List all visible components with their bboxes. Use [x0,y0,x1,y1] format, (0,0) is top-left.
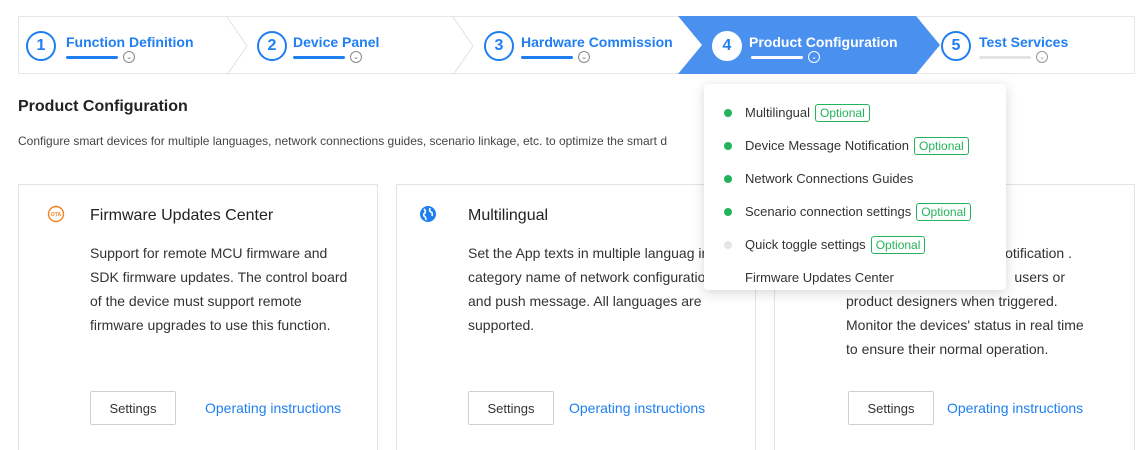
feature-card-multilingual: Multilingual Set the App texts in multip… [396,184,756,450]
step-number: 2 [257,31,287,61]
step-progress-bar [979,56,1031,59]
step-label: Device Panel [293,34,380,50]
dropdown-item-network-connections-guides[interactable]: Network Connections Guides [704,162,1006,195]
dropdown-item-multilingual[interactable]: Multilingual Optional [704,96,1006,129]
chevron-down-icon[interactable]: ⌄ [350,51,362,63]
status-dot-empty [724,274,732,282]
dropdown-item-quick-toggle-settings[interactable]: Quick toggle settings Optional [704,228,1006,261]
settings-button[interactable]: Settings [848,391,934,425]
operating-instructions-link[interactable]: Operating instructions [947,400,1083,416]
step-test-services[interactable]: 5 Test Services ⌄ [939,17,1129,75]
dropdown-item-device-message-notification[interactable]: Device Message Notification Optional [704,129,1006,162]
step-label: Test Services [979,34,1069,50]
feature-card-firmware: OTA Firmware Updates Center Support for … [18,184,378,450]
optional-tag: Optional [914,136,969,155]
step-hardware-commission[interactable]: 3 Hardware Commission ⌄ [479,17,679,75]
step-number: 5 [941,31,971,61]
page-title: Product Configuration [18,98,188,115]
step-progress-bar [293,56,345,59]
step-label: Hardware Commission [521,34,673,50]
card-description: Support for remote MCU firmware and SDK … [90,245,348,333]
settings-button[interactable]: Settings [468,391,554,425]
card-title: Multilingual [468,207,549,224]
operating-instructions-link[interactable]: Operating instructions [569,400,705,416]
dropdown-item-label: Device Message Notification [745,138,910,153]
step-function-definition[interactable]: 1 Function Definition ⌄ [19,17,229,75]
status-dot-complete [724,207,732,216]
chevron-down-icon[interactable]: ⌄ [1036,51,1048,63]
dropdown-item-label: Network Connections Guides [745,171,914,186]
card-description-line: to ensure their normal operation. [846,341,1049,357]
step-device-panel[interactable]: 2 Device Panel ⌄ [249,17,459,75]
dropdown-item-label: Firmware Updates Center [745,270,894,285]
status-dot-complete [724,141,732,150]
card-description-line: Monitor the devices' status in real time [846,317,1084,333]
settings-button[interactable]: Settings [90,391,176,425]
status-dot-complete [724,174,732,183]
chevron-down-icon[interactable]: ⌄ [578,51,590,63]
dropdown-item-label: Multilingual [745,105,811,120]
step-label: Product Configuration [749,34,898,50]
step-progress-bar [521,56,573,59]
dropdown-item-scenario-connection-settings[interactable]: Scenario connection settings Optional [704,195,1006,228]
step-label: Function Definition [66,34,194,50]
svg-text:OTA: OTA [51,212,62,218]
optional-tag: Optional [815,103,870,122]
dropdown-item-label: Scenario connection settings [745,204,912,219]
chevron-down-icon[interactable]: ⌄ [123,51,135,63]
step-progress-bar [66,56,118,59]
status-dot-complete [724,108,732,117]
dropdown-item-label: Quick toggle settings [745,237,866,252]
progress-stepper: 1 Function Definition ⌄ 2 Device Panel ⌄… [18,16,1135,75]
dropdown-item-firmware-updates-center[interactable]: Firmware Updates Center [704,261,1006,294]
status-dot-incomplete [724,240,732,249]
step-number: 1 [26,31,56,61]
operating-instructions-link[interactable]: Operating instructions [205,400,341,416]
page-description: Configure smart devices for multiple lan… [18,134,667,148]
step-number: 4 [712,31,742,61]
optional-tag: Optional [870,235,926,254]
card-title: Firmware Updates Center [90,207,274,224]
step-product-configuration[interactable]: 4 Product Configuration ⌄ [711,17,921,75]
globe-icon [420,206,436,222]
optional-tag: Optional [916,202,971,221]
step-number: 3 [484,31,514,61]
ota-icon: OTA [47,205,65,223]
chevron-down-icon[interactable]: ⌄ [808,51,820,63]
step-progress-bar [751,56,803,59]
configuration-dropdown: Multilingual Optional Device Message Not… [704,84,1006,290]
card-description: Set the App texts in multiple languag in… [468,245,724,333]
